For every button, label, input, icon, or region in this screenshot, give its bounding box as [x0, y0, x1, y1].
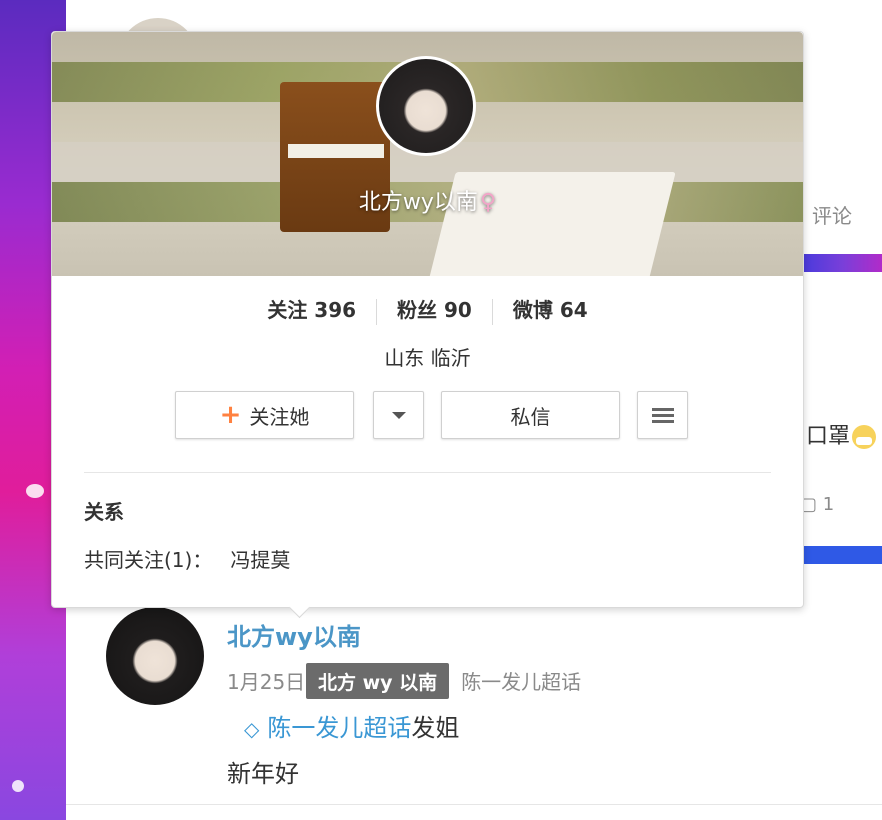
mask-text: 口罩: [806, 424, 851, 449]
post-topic-line: ◇ 陈一发儿超话发姐: [244, 708, 459, 743]
background-banner: [804, 254, 882, 272]
super-topic-icon: ◇: [244, 717, 260, 741]
background-banner-blue: [804, 546, 882, 564]
cover-piano-keys: [288, 144, 384, 158]
nickname-text[interactable]: 北方wy以南: [359, 190, 478, 215]
stat-label: 微博: [512, 298, 553, 322]
post-source[interactable]: 陈一发儿超话: [461, 670, 581, 694]
message-button[interactable]: 私信: [441, 391, 620, 439]
post-author-avatar[interactable]: [106, 607, 204, 705]
mutual-follow-name[interactable]: 冯提莫: [230, 548, 290, 572]
mutual-follow-label: 共同关注(1)：: [84, 548, 213, 572]
mutual-follow: 共同关注(1)： 冯提莫: [84, 544, 290, 573]
stat-value: 396: [314, 298, 357, 322]
post-date[interactable]: 1月25日: [227, 670, 305, 694]
more-menu-button[interactable]: [637, 391, 688, 439]
stat-value: 64: [559, 298, 588, 322]
follow-options-dropdown[interactable]: [373, 391, 424, 439]
profile-nickname[interactable]: 北方wy以南♀: [52, 184, 803, 216]
user-profile-card: 北方wy以南♀ 关注 396 粉丝 90 微博 64 山东 临沂 + 关注她 私信 关…: [51, 31, 804, 608]
username-tooltip: 北方 wy 以南: [306, 663, 450, 699]
message-button-label: 私信: [510, 404, 551, 429]
background-post-text: 口罩: [806, 418, 877, 450]
follow-button[interactable]: + 关注她: [175, 391, 354, 439]
plus-icon: +: [219, 400, 242, 430]
stat-label: 粉丝: [397, 298, 438, 322]
decorative-dot: [12, 780, 24, 792]
card-divider: [84, 472, 771, 473]
stat-following[interactable]: 关注 396: [247, 294, 376, 323]
super-topic-link[interactable]: 陈一发儿超话: [267, 714, 411, 742]
comment-count-value: 1: [822, 494, 835, 515]
divider: [66, 804, 882, 805]
profile-location: 山东 临沂: [384, 346, 471, 370]
post-author-name[interactable]: 北方wy以南: [227, 617, 361, 652]
comment-count: ▢ 1: [800, 494, 834, 515]
post-text: 新年好: [227, 760, 299, 788]
chevron-down-icon: [391, 411, 406, 419]
stat-label: 关注: [267, 298, 308, 322]
mask-emoji-icon: [852, 425, 877, 449]
post-topic-suffix: 发姐: [411, 714, 460, 742]
stat-value: 90: [444, 298, 472, 322]
relation-title: 关系: [84, 500, 124, 524]
comment-tab[interactable]: 评论: [812, 200, 852, 229]
follow-button-label: 关注她: [249, 404, 310, 429]
hamburger-icon: [651, 405, 674, 426]
profile-avatar[interactable]: [379, 59, 473, 153]
female-gender-icon: ♀: [479, 190, 497, 215]
decorative-dot: [26, 484, 44, 498]
stat-posts[interactable]: 微博 64: [493, 294, 608, 323]
profile-cover: 北方wy以南♀: [52, 32, 803, 276]
profile-stats: 关注 396 粉丝 90 微博 64: [52, 294, 803, 325]
stat-followers[interactable]: 粉丝 90: [377, 294, 492, 323]
